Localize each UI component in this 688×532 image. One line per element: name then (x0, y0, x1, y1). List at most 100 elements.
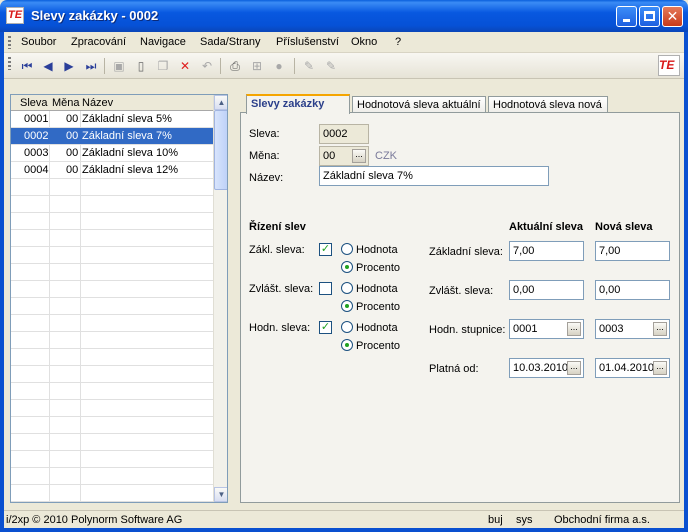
empty-grid-row (11, 383, 213, 400)
window-title: Slevy zakázky - 0002 (31, 8, 159, 23)
hodn-hodnota-radio[interactable] (341, 321, 353, 333)
menu-zpracovani[interactable]: Zpracování (71, 36, 126, 48)
platna-nova-field[interactable]: 01.04.2010 ... (595, 358, 670, 378)
menu-help[interactable]: ? (395, 36, 401, 48)
status-copyright: i/2xp © 2010 Polynorm Software AG (6, 514, 183, 526)
window-frame-left (0, 32, 4, 532)
column-header-sleva[interactable]: Sleva (20, 97, 48, 109)
edit-alt-icon[interactable]: ✎ (322, 57, 340, 75)
zvlast-hodnota-radio[interactable] (341, 282, 353, 294)
stupnice-nova-field[interactable]: 0003 ... (595, 319, 670, 339)
empty-grid-row (11, 349, 213, 366)
empty-grid-row (11, 468, 213, 485)
first-record-icon[interactable]: ⏮ (18, 57, 36, 75)
menu-navigace[interactable]: Navigace (140, 36, 186, 48)
scroll-thumb[interactable] (214, 110, 227, 190)
platna-nova-date-button[interactable]: ... (653, 361, 667, 375)
status-user: buj (488, 514, 503, 526)
status-company: Obchodní firma a.s. (554, 514, 650, 526)
save-icon[interactable]: ▣ (110, 57, 128, 75)
stupnice-aktualni-lookup-button[interactable]: ... (567, 322, 581, 336)
scroll-up-icon[interactable]: ▲ (214, 95, 227, 110)
toolbar-separator (104, 58, 105, 74)
zvlast-procento-radio[interactable] (341, 300, 353, 312)
mena-name: CZK (375, 150, 397, 162)
empty-grid-row (11, 434, 213, 451)
prev-record-icon[interactable]: ◀ (39, 57, 57, 75)
nazev-label: Název: (249, 172, 284, 184)
menu-grip-icon[interactable] (8, 36, 11, 49)
zvlast-sleva-checkbox[interactable] (319, 282, 332, 295)
column-header-nazev[interactable]: Název (82, 97, 113, 109)
mena-field[interactable]: 00 ... (319, 146, 369, 166)
zakl-sleva-label: Zákl. sleva: (249, 244, 305, 256)
title-bar[interactable]: TE Slevy zakázky - 0002 ✕ (0, 0, 688, 32)
menu-sada-strany[interactable]: Sada/Strany (200, 36, 261, 48)
platna-aktualni-field[interactable]: 10.03.2010 ... (509, 358, 584, 378)
mena-lookup-button[interactable]: ... (352, 149, 366, 163)
zakladni-nova-input[interactable]: 7,00 (595, 241, 670, 261)
toolbar-grip-icon[interactable] (8, 57, 11, 70)
empty-grid-row (11, 366, 213, 383)
minimize-icon (623, 19, 630, 22)
table-row[interactable]: 0003 00 Základní sleva 10% (11, 145, 213, 162)
zakl-procento-radio[interactable] (341, 261, 353, 273)
aktualni-sleva-header: Aktuální sleva (509, 221, 583, 233)
cell-mena: 00 (66, 113, 79, 125)
menu-bar: Soubor Zpracování Navigace Sada/Strany P… (4, 32, 684, 53)
table-row[interactable]: 0004 00 Základní sleva 12% (11, 162, 213, 179)
stupnice-aktualni-value: 0001 (513, 323, 538, 335)
platna-od-label: Platná od: (429, 363, 479, 375)
status-bar: i/2xp © 2010 Polynorm Software AG buj sy… (4, 510, 684, 528)
window-frame-bottom (0, 528, 688, 532)
empty-grid-row (11, 400, 213, 417)
zakladni-sleva-label: Základní sleva: (429, 246, 503, 258)
zakl-sleva-checkbox[interactable]: ✓ (319, 243, 332, 256)
zvlast-aktualni-input[interactable]: 0,00 (509, 280, 584, 300)
grid-scrollbar[interactable]: ▲ ▼ (213, 95, 227, 502)
undo-icon[interactable]: ↶ (198, 57, 216, 75)
cell-nazev: Základní sleva 7% (82, 130, 172, 142)
stupnice-aktualni-field[interactable]: 0001 ... (509, 319, 584, 339)
scroll-down-icon[interactable]: ▼ (214, 487, 227, 502)
cell-sleva: 0002 (24, 130, 49, 142)
menu-prislusenstvi[interactable]: Příslušenství (276, 36, 339, 48)
last-record-icon[interactable]: ⏭ (82, 57, 100, 75)
table-row-selected[interactable]: 0002 00 Základní sleva 7% (11, 128, 213, 145)
stupnice-nova-value: 0003 (599, 323, 624, 335)
menu-okno[interactable]: Okno (351, 36, 377, 48)
window-frame-right (684, 32, 688, 532)
mena-label: Měna: (249, 150, 280, 162)
hodn-sleva-checkbox[interactable]: ✓ (319, 321, 332, 334)
delete-icon[interactable]: ✕ (176, 57, 194, 75)
sleva-field: 0002 (319, 124, 369, 144)
platna-aktualni-date-button[interactable]: ... (567, 361, 581, 375)
stupnice-nova-lookup-button[interactable]: ... (653, 322, 667, 336)
minimize-button[interactable] (616, 6, 637, 27)
stop-icon[interactable]: ● (270, 57, 288, 75)
empty-grid-row (11, 298, 213, 315)
copy-icon[interactable]: ❐ (154, 57, 172, 75)
zakl-hodnota-label: Hodnota (356, 244, 398, 256)
zvlast-nova-input[interactable]: 0,00 (595, 280, 670, 300)
close-button[interactable]: ✕ (662, 6, 683, 27)
zakladni-aktualni-input[interactable]: 7,00 (509, 241, 584, 261)
print-icon[interactable]: ⎙ (226, 57, 244, 75)
detail-panel: Sleva: 0002 Měna: 00 ... CZK Název: Zákl… (240, 112, 680, 503)
discount-grid[interactable]: Sleva Měna Název 0001 00 Základní sleva … (10, 94, 228, 503)
column-header-mena[interactable]: Měna (52, 97, 80, 109)
edit-icon[interactable]: ✎ (300, 57, 318, 75)
next-record-icon[interactable]: ▶ (60, 57, 78, 75)
tab-slevy-zakazky[interactable]: Slevy zakázky (246, 94, 350, 114)
nazev-input[interactable]: Základní sleva 7% (319, 166, 549, 186)
menu-soubor[interactable]: Soubor (21, 36, 56, 48)
table-row[interactable]: 0001 00 Základní sleva 5% (11, 111, 213, 128)
maximize-button[interactable] (639, 6, 660, 27)
new-icon[interactable]: ▯ (132, 57, 150, 75)
tree-icon[interactable]: ⊞ (248, 57, 266, 75)
zakl-hodnota-radio[interactable] (341, 243, 353, 255)
hodn-procento-radio[interactable] (341, 339, 353, 351)
cell-mena: 00 (66, 164, 79, 176)
empty-grid-row (11, 247, 213, 264)
cell-sleva: 0001 (24, 113, 49, 125)
